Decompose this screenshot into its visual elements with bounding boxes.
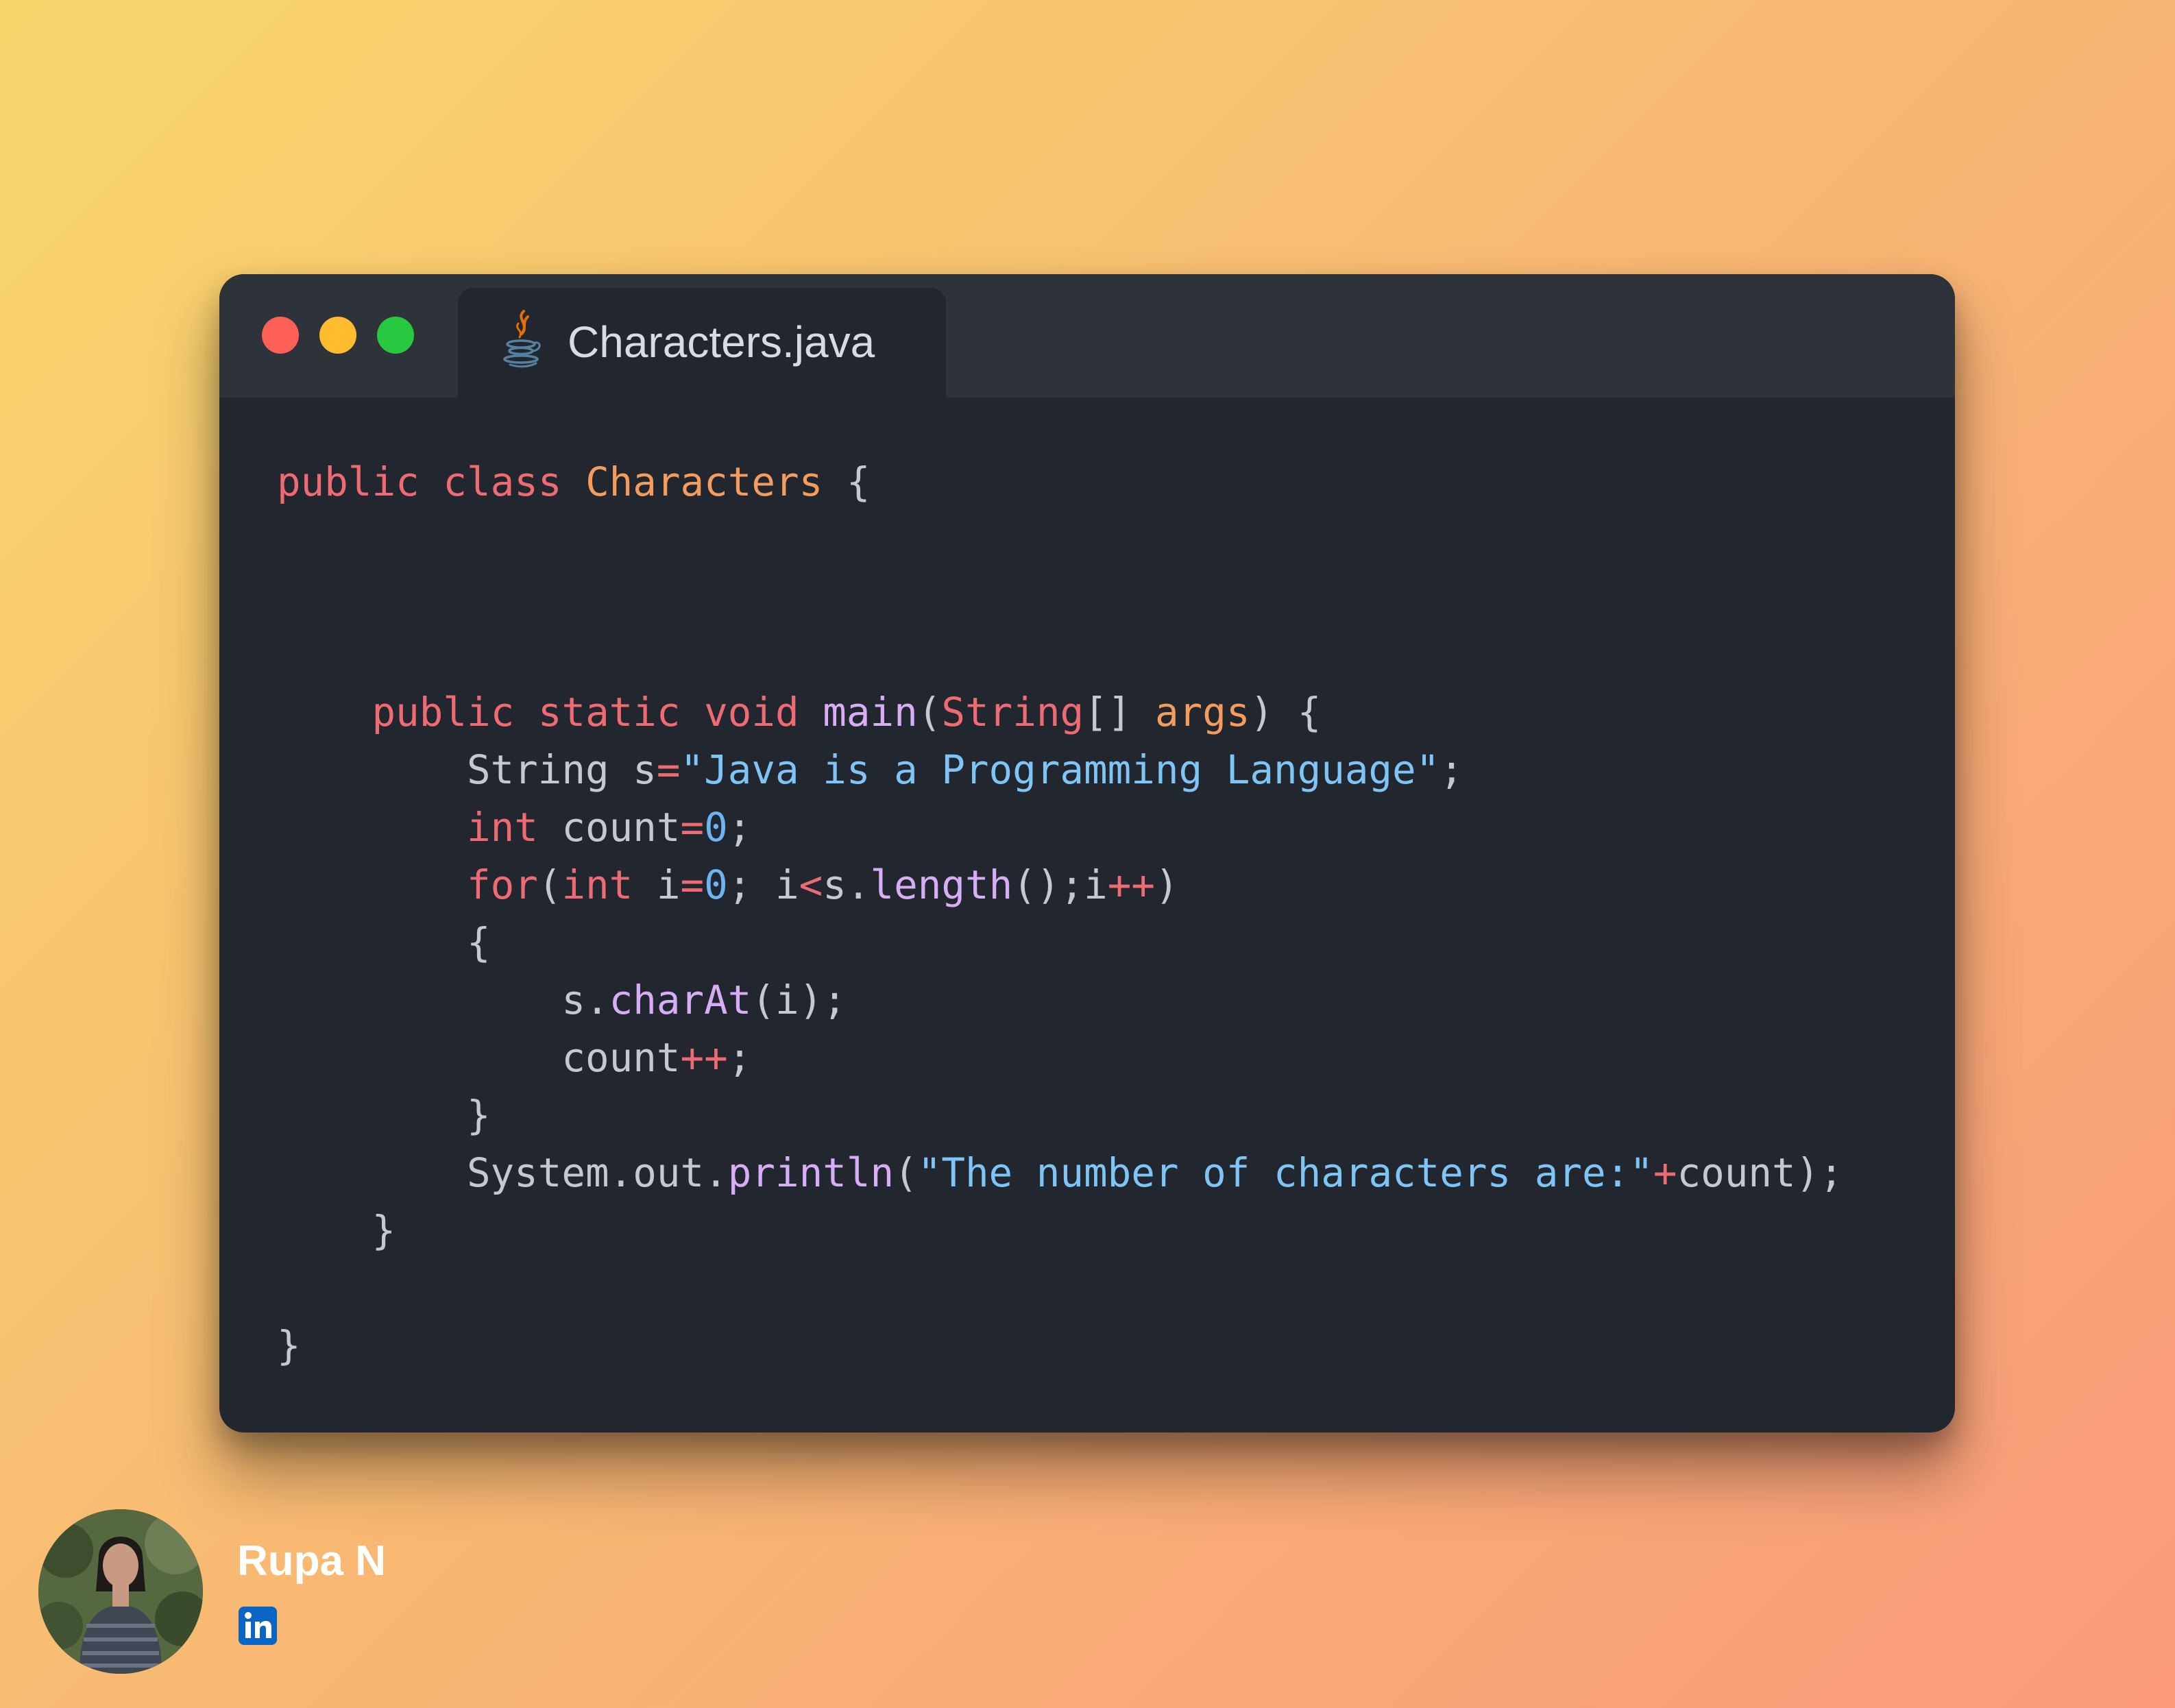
code-editor[interactable]: public class Characters { public static … — [277, 454, 1843, 1375]
code-token: s. — [823, 862, 871, 908]
code-token: = — [680, 862, 705, 908]
author-card: Rupa N — [38, 1509, 518, 1674]
code-token: } — [277, 1208, 396, 1254]
code-token: println — [727, 1150, 895, 1196]
code-token: count — [277, 1035, 681, 1081]
linkedin-icon[interactable] — [239, 1607, 277, 1645]
java-icon — [500, 308, 544, 369]
code-token: } — [277, 1323, 301, 1369]
code-token: } — [277, 1093, 491, 1138]
code-token: = — [656, 747, 681, 793]
code-line: count++; — [277, 1029, 1843, 1087]
code-token: count); — [1677, 1150, 1843, 1196]
code-token: "Java is a Programming Language" — [680, 747, 1440, 793]
author-name: Rupa N — [237, 1537, 386, 1585]
code-token: Characters — [585, 459, 823, 505]
code-token: 0 — [704, 805, 728, 851]
code-line: String s="Java is a Programming Language… — [277, 742, 1843, 799]
code-token: ) — [1154, 862, 1179, 908]
code-token: ; — [1439, 747, 1463, 793]
title-bar: Characters.java — [219, 274, 1955, 398]
code-line: int count=0; — [277, 799, 1843, 857]
code-token: ( — [537, 862, 562, 908]
code-token: main — [823, 690, 918, 735]
code-token: ();i — [1012, 862, 1108, 908]
code-line: public class Characters { — [277, 454, 1843, 511]
code-token: (i); — [751, 977, 847, 1023]
code-line: for(int i=0; i<s.length();i++) — [277, 857, 1843, 914]
code-token: public — [372, 690, 515, 735]
maximize-button[interactable] — [377, 317, 414, 354]
code-token: System.out. — [277, 1150, 728, 1196]
code-token: s. — [277, 977, 609, 1023]
code-line: } — [277, 1087, 1843, 1145]
code-token: static — [537, 690, 681, 735]
code-line: s.charAt(i); — [277, 972, 1843, 1029]
minimize-button[interactable] — [319, 317, 356, 354]
code-line: { — [277, 914, 1843, 972]
avatar — [38, 1509, 203, 1674]
code-token: public — [277, 459, 420, 505]
code-token: charAt — [609, 977, 752, 1023]
code-line: public static void main(String[] args) { — [277, 684, 1843, 742]
code-token: "The number of characters are:" — [917, 1150, 1653, 1196]
code-token: String s — [277, 747, 657, 793]
code-token: class — [443, 459, 562, 505]
code-token: ; — [727, 805, 752, 851]
code-token: ; — [727, 1035, 752, 1081]
code-token: < — [799, 862, 823, 908]
code-token: ++ — [1107, 862, 1155, 908]
code-token: ++ — [680, 1035, 728, 1081]
close-button[interactable] — [262, 317, 299, 354]
code-token: ; i — [727, 862, 799, 908]
code-token: String — [941, 690, 1084, 735]
code-line: } — [277, 1202, 1843, 1260]
code-token: ) { — [1250, 690, 1322, 735]
code-token: = — [680, 805, 705, 851]
code-line: System.out.println("The number of charac… — [277, 1145, 1843, 1202]
code-token: int — [466, 805, 538, 851]
tab-characters-java[interactable]: Characters.java — [458, 288, 946, 398]
code-token: { — [823, 459, 871, 505]
code-window: Characters.java public class Characters … — [219, 274, 1955, 1432]
code-line: } — [277, 1317, 1843, 1375]
tab-title: Characters.java — [568, 317, 875, 367]
code-token: void — [704, 690, 799, 735]
code-token: int — [561, 862, 633, 908]
code-token: { — [277, 920, 491, 966]
code-token: 0 — [704, 862, 728, 908]
code-token: ( — [894, 1150, 918, 1196]
code-token: args — [1154, 690, 1250, 735]
code-token: i — [633, 862, 681, 908]
code-token: count — [537, 805, 681, 851]
code-token: [] — [1084, 690, 1155, 735]
code-token: for — [466, 862, 538, 908]
code-token: length — [870, 862, 1013, 908]
code-token: + — [1653, 1150, 1677, 1196]
code-token: ( — [917, 690, 942, 735]
